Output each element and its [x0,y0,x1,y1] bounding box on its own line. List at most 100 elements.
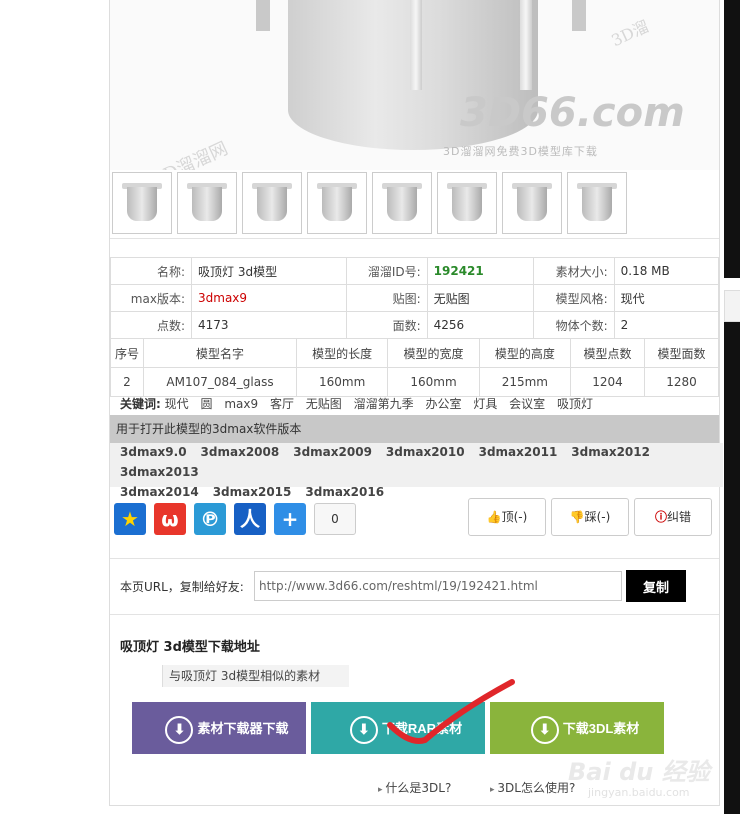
points-value: 4173 [191,311,347,339]
watermark-right: 3D溜 [608,16,652,51]
weibo-icon[interactable]: ω [154,503,186,535]
thumbnail[interactable] [372,172,432,234]
versions-heading: 用于打开此模型的3dmax软件版本 [110,415,719,443]
model-spec-table: 序号 模型名字 模型的长度 模型的宽度 模型的高度 模型点数 模型面数 2 AM… [110,338,720,397]
similar-models-link[interactable]: 与吸顶灯 3d模型相似的素材 [162,665,349,687]
style-label: 模型风格: [532,284,615,312]
version-item: 3dmax9.0 [120,445,187,459]
vote-up-button[interactable]: 👍顶(-) [468,498,546,536]
spec-cell: 160mm [295,367,389,397]
size-value: 0.18 MB [613,257,720,285]
thumbnail[interactable] [567,172,627,234]
downloader-download-label: 素材下载器下载 [197,721,289,736]
what-is-3dl-link[interactable]: 什么是3DL? [378,779,451,796]
keyword-link[interactable]: 无贴图 [306,397,342,411]
spec-header: 模型的长度 [295,338,389,368]
lamp-leg-left [256,0,270,31]
download-arrow-icon: ⬇ [165,715,194,744]
spec-cell: 215mm [478,367,572,397]
thumbs-up-icon: 👍 [486,510,502,524]
thumbnail[interactable] [437,172,497,234]
thumbnail[interactable] [242,172,302,234]
report-error-label: 纠错 [667,510,692,524]
spec-header: 模型面数 [643,338,720,368]
qzone-icon[interactable]: ★ [114,503,146,535]
vote-down-button[interactable]: 👎踩(-) [551,498,629,536]
versions-list: 3dmax9.0 3dmax2008 3dmax2009 3dmax2010 3dmax… [110,443,723,499]
keyword-link[interactable]: 会议室 [509,397,545,411]
version-item: 3dmax2008 [200,445,280,459]
spec-header: 模型的宽度 [387,338,480,368]
thumbnail[interactable] [177,172,237,234]
keyword-link[interactable]: 办公室 [425,397,461,411]
spec-cell: 2 [110,367,144,397]
renren-icon[interactable]: 人 [234,503,266,535]
lamp-bar [520,0,532,90]
right-side-tab[interactable] [724,290,740,322]
watermark-left: 3D溜溜网 [149,137,232,170]
how-to-use-3dl-link[interactable]: 3DL怎么使用? [490,779,575,796]
more-share-icon[interactable]: + [274,503,306,535]
thumbnail[interactable] [307,172,367,234]
keyword-link[interactable]: 灯具 [473,397,497,411]
keyword-link[interactable]: 现代 [165,397,189,411]
thumbnail[interactable] [502,172,562,234]
spec-cell: 160mm [387,367,480,397]
red-checkmark-annotation [387,679,515,744]
download-arrow-icon: ⬇ [530,715,559,744]
keyword-link[interactable]: 溜溜第九季 [354,397,414,411]
tencent-weibo-icon[interactable]: ℗ [194,503,226,535]
spec-header: 序号 [110,338,144,368]
watermark-subtitle: 3D溜溜网免费3D模型库下载 [443,145,598,158]
version-item: 3dmax2011 [478,445,558,459]
keywords-row: 关键词: 现代 圆 max9 客厅 无贴图 溜溜第九季 办公室 灯具 会议室 吸… [120,395,601,412]
share-count: 0 [314,503,356,535]
lamp-leg-right [572,0,586,31]
map-label: 贴图: [345,284,428,312]
url-copy-label: 本页URL，复制给好友: [120,580,244,594]
divider [110,614,719,615]
download-3dl-label: 下载3DL素材 [562,721,640,736]
version-item: 3dmax2015 [212,485,292,499]
version-item: 3dmax2013 [120,465,199,479]
version-item: 3dmax2014 [120,485,199,499]
size-label: 素材大小: [532,257,615,285]
right-dark-strip [724,0,740,278]
baidu-watermark-url: jingyan.baidu.com [588,786,690,799]
report-error-button[interactable]: ⓘ纠错 [634,498,712,536]
model-info-table: 名称: 吸顶灯 3d模型 溜溜ID号: 192421 素材大小: 0.18 MB… [110,257,720,339]
spec-header: 模型名字 [143,338,297,368]
downloader-download-button[interactable]: ⬇ 素材下载器下载 [132,702,306,754]
points-label: 点数: [110,311,192,339]
faces-value: 4256 [426,311,534,339]
keyword-link[interactable]: max9 [224,397,258,411]
watermark-logo: 3D66.com [460,90,685,136]
version-item: 3dmax2016 [305,485,385,499]
id-value: 192421 [426,257,534,285]
version-item: 3dmax2012 [571,445,650,459]
keyword-link[interactable]: 圆 [200,397,212,411]
version-item: 3dmax2009 [293,445,372,459]
page-url-input[interactable] [254,571,622,601]
spec-header: 模型点数 [570,338,645,368]
max-version-value[interactable]: 3dmax9 [191,284,347,312]
keyword-link[interactable]: 客厅 [270,397,294,411]
spec-cell: 1280 [643,367,720,397]
faces-label: 面数: [345,311,428,339]
keyword-link[interactable]: 吸顶灯 [557,397,593,411]
alert-icon: ⓘ [654,510,667,524]
objects-label: 物体个数: [532,311,615,339]
spec-cell: 1204 [570,367,645,397]
name-value: 吸顶灯 3d模型 [191,257,347,285]
lamp-bar [410,0,422,90]
model-preview-image: 3D溜溜网 3D溜 3D66.com 3D溜溜网免费3D模型库下载 [110,0,719,170]
vote-up-label: 顶(-) [501,510,528,524]
objects-value: 2 [613,311,720,339]
baidu-watermark: Bai du 经验 [568,758,710,786]
spec-cell: AM107_084_glass [143,367,297,397]
style-value: 现代 [613,284,720,312]
copy-url-button[interactable]: 复制 [626,570,686,602]
thumbnail[interactable] [112,172,172,234]
divider [110,558,719,559]
divider [110,238,719,239]
